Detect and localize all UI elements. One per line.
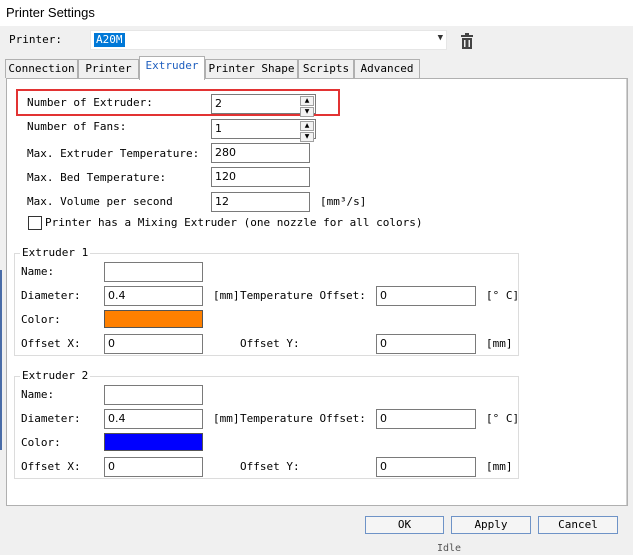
extruder-2-diameter-input[interactable]: 0.4: [104, 409, 203, 429]
max-extruder-temp-input[interactable]: 280: [211, 143, 310, 163]
extruder-1-name-input[interactable]: [104, 262, 203, 282]
extruder-2-temp-offset-input[interactable]: 0: [376, 409, 476, 429]
window-title-bar: Printer Settings: [0, 0, 633, 26]
tab-scripts[interactable]: Scripts: [298, 59, 354, 78]
printer-selected-value: A20M: [94, 33, 125, 47]
extruder-1-color-label: Color:: [21, 313, 61, 326]
printer-label: Printer:: [9, 33, 62, 46]
extruder-2-offset-y-label: Offset Y:: [240, 460, 300, 473]
panel-divider: [626, 79, 627, 505]
extruder-2-name-label: Name:: [21, 388, 55, 401]
status-text: Idle: [437, 543, 462, 554]
tab-printer-shape[interactable]: Printer Shape: [205, 59, 298, 78]
extruder-1-temp-offset-input[interactable]: 0: [376, 286, 476, 306]
max-bed-temp-label: Max. Bed Temperature:: [27, 171, 167, 184]
chevron-up-icon[interactable]: ▲: [300, 121, 314, 131]
extruder-2-offset-unit: [mm]: [486, 460, 513, 473]
num-extruders-label: Number of Extruder:: [27, 96, 153, 109]
num-extruders-value: 2: [215, 97, 222, 110]
trash-icon[interactable]: [458, 32, 476, 50]
max-volume-input[interactable]: 12: [211, 192, 310, 212]
dropdown-arrow-icon[interactable]: ▼: [438, 33, 443, 43]
num-fans-stepper[interactable]: 1 ▲ ▼: [211, 119, 316, 142]
extruder-1-offset-y-label: Offset Y:: [240, 337, 300, 350]
stepper-buttons[interactable]: ▲ ▼: [300, 95, 314, 117]
extruder-1-temp-offset-label: Temperature Offset:: [240, 289, 366, 302]
mixing-extruder-label: Printer has a Mixing Extruder (one nozzl…: [45, 216, 423, 229]
num-fans-label: Number of Fans:: [27, 120, 127, 133]
extruder-2-diameter-label: Diameter:: [21, 412, 81, 425]
extruder-1-offset-x-label: Offset X:: [21, 337, 81, 350]
extruder-2-offset-x-input[interactable]: 0: [104, 457, 203, 477]
num-fans-value: 1: [215, 122, 222, 135]
max-volume-label: Max. Volume per second: [27, 195, 173, 208]
max-extruder-temp-label: Max. Extruder Temperature:: [27, 147, 200, 160]
max-volume-unit: [mm³/s]: [320, 195, 367, 208]
printer-select[interactable]: A20M ▼: [90, 30, 447, 50]
extruder-1-name-label: Name:: [21, 265, 55, 278]
tab-extruder[interactable]: Extruder: [139, 56, 205, 80]
extruder-1-offset-y-input[interactable]: 0: [376, 334, 476, 354]
extruder-1-diameter-label: Diameter:: [21, 289, 81, 302]
stepper-buttons[interactable]: ▲ ▼: [300, 120, 314, 142]
chevron-down-icon[interactable]: ▼: [300, 107, 314, 117]
mixing-extruder-checkbox[interactable]: [28, 216, 42, 230]
max-bed-temp-input[interactable]: 120: [211, 167, 310, 187]
extruder-2-color-label: Color:: [21, 436, 61, 449]
extruder-2-temp-unit: [° C]: [486, 412, 520, 425]
apply-button[interactable]: Apply: [451, 516, 531, 534]
extruder-1-diameter-unit: [mm]: [213, 289, 240, 302]
extruder-1-offset-unit: [mm]: [486, 337, 513, 350]
tab-advanced[interactable]: Advanced: [354, 59, 420, 78]
chevron-down-icon[interactable]: ▼: [300, 132, 314, 142]
cancel-button[interactable]: Cancel: [538, 516, 618, 534]
extruder-2-offset-x-label: Offset X:: [21, 460, 81, 473]
extruder-2-diameter-unit: [mm]: [213, 412, 240, 425]
extruder-1-diameter-input[interactable]: 0.4: [104, 286, 203, 306]
background-window-edge: [0, 270, 2, 450]
extruder-2-title: Extruder 2: [20, 369, 91, 382]
extruder-2-name-input[interactable]: [104, 385, 203, 405]
extruder-2-offset-y-input[interactable]: 0: [376, 457, 476, 477]
tab-connection[interactable]: Connection: [5, 59, 78, 78]
chevron-up-icon[interactable]: ▲: [300, 96, 314, 106]
extruder-2-temp-offset-label: Temperature Offset:: [240, 412, 366, 425]
num-extruders-stepper[interactable]: 2 ▲ ▼: [211, 94, 316, 117]
extruder-1-color-swatch[interactable]: [104, 310, 203, 328]
extruder-2-color-swatch[interactable]: [104, 433, 203, 451]
extruder-1-temp-unit: [° C]: [486, 289, 520, 302]
ok-button[interactable]: OK: [365, 516, 444, 534]
extruder-1-title: Extruder 1: [20, 246, 91, 259]
extruder-1-offset-x-input[interactable]: 0: [104, 334, 203, 354]
tab-printer[interactable]: Printer: [78, 59, 139, 78]
window-title: Printer Settings: [6, 5, 95, 20]
